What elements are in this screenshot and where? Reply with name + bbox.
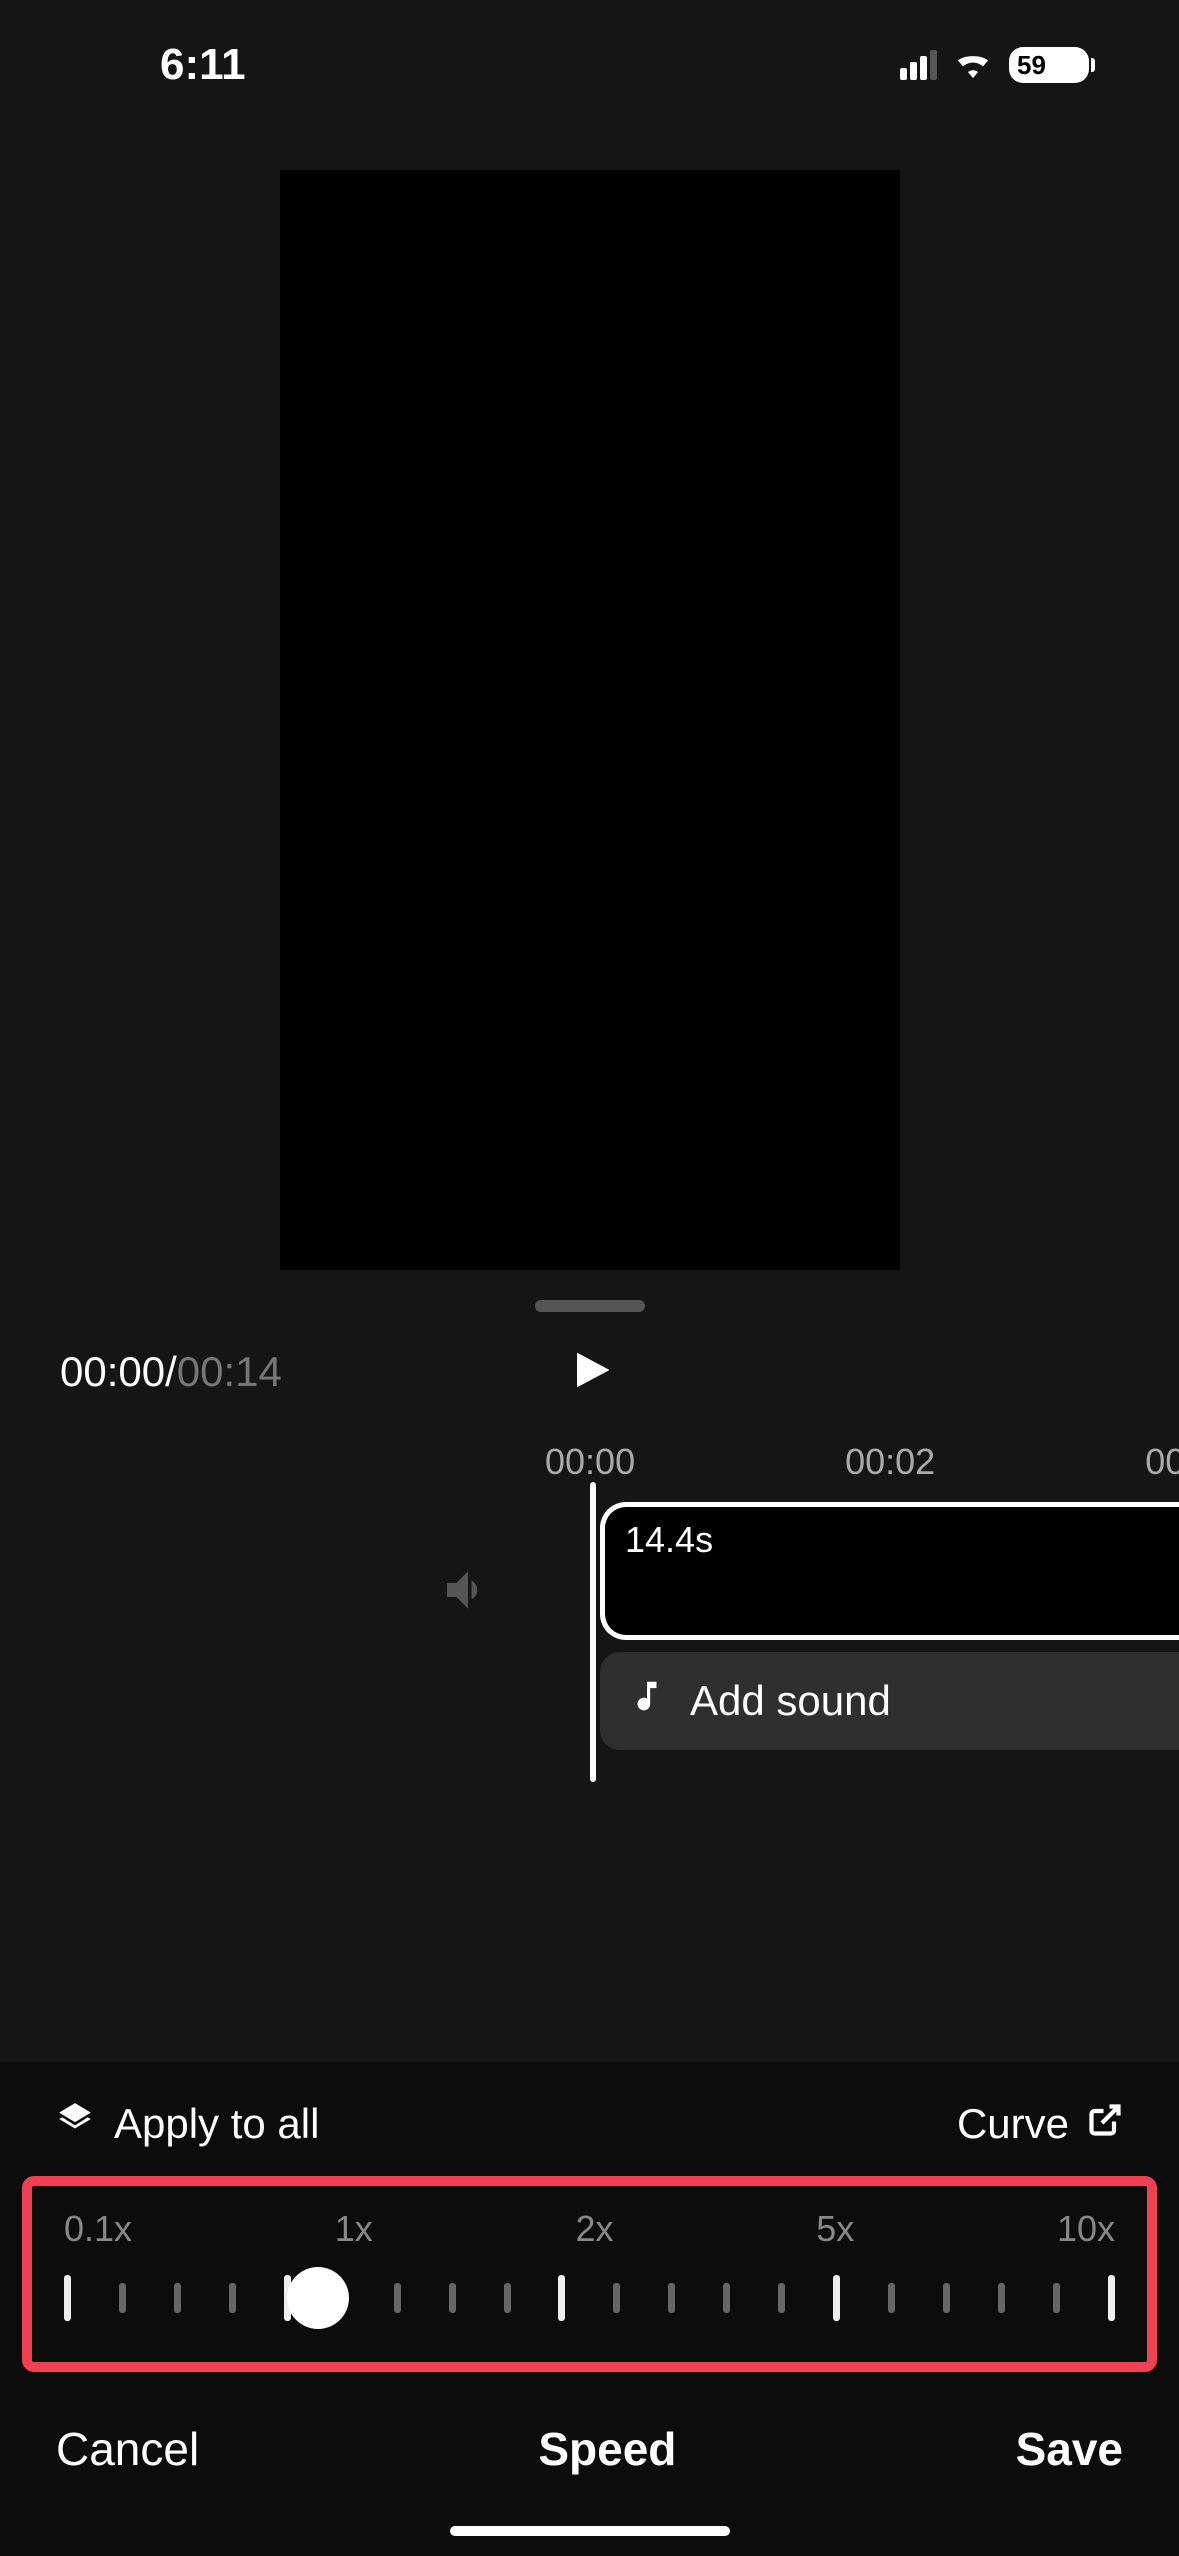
cancel-button[interactable]: Cancel [56, 2422, 199, 2476]
home-indicator[interactable] [450, 2526, 730, 2536]
curve-button[interactable]: Curve [957, 2100, 1123, 2148]
video-clip[interactable]: 14.4s [600, 1502, 1179, 1640]
speed-label: 1x [335, 2208, 373, 2250]
time-total: 00:14 [177, 1348, 282, 1395]
play-button[interactable] [564, 1344, 616, 1401]
music-note-icon [628, 1677, 666, 1725]
save-button[interactable]: Save [1016, 2422, 1123, 2476]
add-sound-button[interactable]: Add sound [600, 1652, 1179, 1750]
speed-labels: 0.1x 1x 2x 5x 10x [58, 2208, 1121, 2268]
action-row: Cancel Speed Save [0, 2372, 1179, 2506]
curve-label: Curve [957, 2100, 1069, 2148]
preview-area [0, 130, 1179, 1270]
panel-title: Speed [538, 2422, 676, 2476]
speed-slider[interactable] [58, 2268, 1121, 2328]
drag-handle[interactable] [535, 1300, 645, 1312]
playback-row: 00:00/00:14 [0, 1312, 1179, 1432]
timeline[interactable]: 14.4s Add sound [0, 1492, 1179, 1772]
speed-label: 10x [1057, 2208, 1115, 2250]
battery-icon: 59 [1009, 47, 1089, 83]
layers-icon [56, 2100, 94, 2148]
time-readout: 00:00/00:14 [60, 1348, 282, 1396]
wifi-icon [953, 48, 993, 83]
ruler-mark: 00:00 [545, 1441, 635, 1483]
video-preview[interactable] [280, 170, 900, 1270]
clip-duration: 14.4s [625, 1519, 713, 1560]
status-icons: 59 [900, 47, 1089, 83]
speed-label: 5x [816, 2208, 854, 2250]
battery-level: 59 [1017, 50, 1046, 81]
speed-slider-highlight: 0.1x 1x 2x 5x 10x [22, 2176, 1157, 2372]
speed-label: 0.1x [64, 2208, 132, 2250]
status-time: 6:11 [160, 40, 246, 90]
apply-to-all-label: Apply to all [114, 2100, 319, 2148]
ruler-mark: 00:04 [1145, 1441, 1179, 1483]
ruler-mark: 00:02 [845, 1441, 935, 1483]
speed-label: 2x [575, 2208, 613, 2250]
speed-knob[interactable] [287, 2267, 349, 2329]
external-link-icon [1087, 2100, 1123, 2148]
apply-to-all-button[interactable]: Apply to all [56, 2100, 319, 2148]
time-separator: / [165, 1348, 177, 1395]
add-sound-label: Add sound [690, 1677, 891, 1725]
speed-panel: Apply to all Curve 0.1x 1x 2x 5x 10x Can… [0, 2062, 1179, 2556]
cellular-icon [900, 50, 937, 80]
playhead[interactable] [590, 1482, 596, 1782]
volume-icon[interactable] [440, 1562, 496, 1623]
status-bar: 6:11 59 [0, 0, 1179, 130]
time-current: 00:00 [60, 1348, 165, 1395]
